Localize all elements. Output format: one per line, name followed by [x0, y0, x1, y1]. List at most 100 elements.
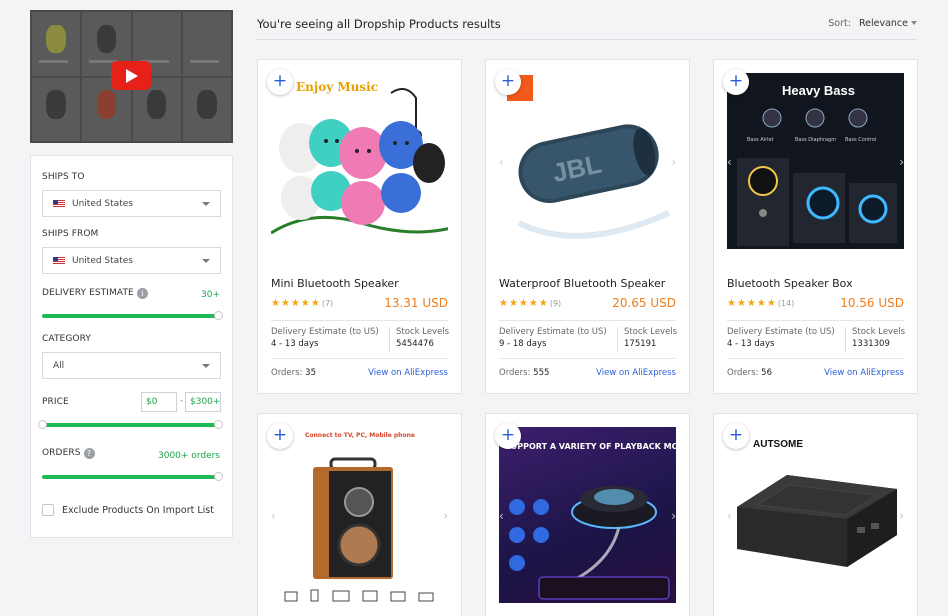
sort-control[interactable]: Sort: Relevance — [828, 18, 917, 29]
exclude-imported-checkbox[interactable] — [42, 504, 54, 516]
divider — [499, 320, 676, 321]
chevron-left-icon[interactable]: ‹ — [727, 155, 732, 169]
product-card[interactable]: + ‹ › Connect to TV, PC, Mobile phone — [257, 413, 462, 616]
product-card[interactable]: + ‹ › SUPPORT A VARIETY OF PLAYBACK MODE — [485, 413, 690, 616]
ships-to-label: SHIPS TO — [42, 172, 85, 182]
add-to-import-button[interactable]: + — [267, 423, 293, 449]
delivery-slider-handle[interactable] — [214, 311, 223, 320]
product-card[interactable]: + ‹ › Heavy Bass Bass Airlet Bass Diaphr… — [713, 59, 918, 394]
rating-stars: ★★★★★ — [727, 298, 777, 309]
exclude-imported-label[interactable]: Exclude Products On Import List — [62, 505, 214, 516]
price-label: PRICE — [42, 397, 69, 407]
delivery-estimate-label: DELIVERY ESTIMATE i — [42, 288, 148, 299]
rating-stars: ★★★★★ — [499, 298, 549, 309]
orders-label: Orders: — [271, 368, 303, 378]
product-image[interactable]: AUTSOME — [727, 427, 904, 603]
delivery-estimate-slider[interactable] — [42, 311, 223, 320]
divider — [617, 327, 618, 352]
stock-levels-label: Stock Levels — [396, 327, 450, 337]
product-image[interactable]: SUPPORT A VARIETY OF PLAYBACK MODE — [499, 427, 676, 603]
info-icon[interactable]: i — [136, 288, 148, 299]
category-label: CATEGORY — [42, 334, 91, 344]
image-sub-caption: Bass Airlet — [747, 137, 774, 143]
chevron-left-icon[interactable]: ‹ — [727, 509, 732, 523]
ships-to-select[interactable]: United States — [42, 190, 221, 217]
image-caption: Connect to TV, PC, Mobile phone — [305, 432, 415, 439]
product-image[interactable]: Enjoy Music — [271, 73, 448, 249]
add-to-import-button[interactable]: + — [495, 69, 521, 95]
subwoofer-illustration: AUTSOME — [737, 439, 897, 567]
chevron-right-icon[interactable]: › — [671, 155, 676, 169]
product-title[interactable]: Mini Bluetooth Speaker — [271, 277, 399, 290]
orders-number: 56 — [761, 368, 772, 378]
price-max-handle[interactable] — [214, 420, 223, 429]
divider — [845, 327, 846, 352]
product-price: 10.56 USD — [840, 296, 904, 310]
product-card[interactable]: + Enjoy Music Mini Bluetooth Speaker ★★★… — [257, 59, 462, 394]
image-caption: Enjoy Music — [296, 80, 378, 94]
add-to-import-button[interactable]: + — [267, 69, 293, 95]
add-to-import-button[interactable]: + — [495, 423, 521, 449]
chevron-left-icon[interactable]: ‹ — [271, 509, 276, 523]
orders-label: ORDERS? — [42, 448, 95, 459]
ships-from-select[interactable]: United States — [42, 247, 221, 274]
ships-from-value: United States — [72, 255, 133, 266]
view-on-aliexpress-link[interactable]: View on AliExpress — [596, 368, 676, 378]
price-range-slider[interactable] — [38, 420, 223, 429]
view-on-aliexpress-link[interactable]: View on AliExpress — [824, 368, 904, 378]
image-caption: SUPPORT A VARIETY OF PLAYBACK MODE — [505, 442, 676, 451]
chevron-left-icon[interactable]: ‹ — [499, 509, 504, 523]
price-min-input[interactable]: $0 — [141, 392, 177, 412]
promo-video-thumbnail[interactable] — [30, 10, 233, 143]
orders-text: ORDERS — [42, 448, 81, 458]
orders-number: 35 — [305, 368, 316, 378]
divider — [727, 320, 904, 321]
stock-levels-label: Stock Levels — [852, 327, 906, 337]
product-title[interactable]: Bluetooth Speaker Box — [727, 277, 853, 290]
image-sub-caption: Bass Diaphragm — [795, 137, 836, 143]
chevron-right-icon[interactable]: › — [899, 155, 904, 169]
chevron-down-icon — [202, 364, 210, 368]
orders-slider-handle[interactable] — [214, 472, 223, 481]
image-caption: AUTSOME — [753, 439, 803, 450]
play-icon[interactable] — [111, 61, 151, 90]
sort-label: Sort: — [828, 18, 851, 29]
chevron-down-icon — [202, 202, 210, 206]
price-max-input[interactable]: $300+ — [185, 392, 221, 412]
sort-value[interactable]: Relevance — [859, 18, 908, 29]
stock-levels-label: Stock Levels — [624, 327, 678, 337]
view-on-aliexpress-link[interactable]: View on AliExpress — [368, 368, 448, 378]
delivery-estimate-value: 4 - 13 days — [271, 339, 319, 349]
divider — [271, 358, 448, 359]
ships-to-value: United States — [72, 198, 133, 209]
help-icon[interactable]: ? — [83, 448, 95, 459]
stock-levels-value: 1331309 — [852, 339, 890, 349]
chevron-right-icon[interactable]: › — [671, 509, 676, 523]
review-count: (9) — [549, 299, 562, 308]
chevron-left-icon[interactable]: ‹ — [499, 155, 504, 169]
chevron-right-icon[interactable]: › — [443, 509, 448, 523]
add-to-import-button[interactable]: + — [723, 423, 749, 449]
product-image[interactable]: Heavy Bass Bass Airlet Bass Diaphragm Ba… — [727, 73, 904, 249]
image-sub-caption: Bass Control — [845, 137, 876, 143]
product-image[interactable]: JBL — [499, 73, 676, 249]
ships-from-label: SHIPS FROM — [42, 229, 99, 239]
star-rating: ★★★★★(9) — [499, 298, 561, 309]
stock-levels-value: 5454476 — [396, 339, 434, 349]
product-card[interactable]: + ‹ › AUTSOME — [713, 413, 918, 616]
divider — [271, 320, 448, 321]
rating-stars: ★★★★★ — [271, 298, 321, 309]
product-title[interactable]: Waterproof Bluetooth Speaker — [499, 277, 665, 290]
product-card[interactable]: + ‹ › JBL Waterproof Bluetooth Speaker ★… — [485, 59, 690, 394]
speaker-box-illustration: Heavy Bass Bass Airlet Bass Diaphragm Ba… — [737, 83, 897, 246]
us-flag-icon — [53, 199, 65, 208]
price-min-handle[interactable] — [38, 420, 47, 429]
delivery-estimate-value: 4 - 13 days — [727, 339, 775, 349]
add-to-import-button[interactable]: + — [723, 69, 749, 95]
orders-slider[interactable] — [42, 472, 223, 481]
category-select[interactable]: All — [42, 352, 221, 379]
orders-count: Orders: 56 — [727, 368, 772, 378]
product-image[interactable]: Connect to TV, PC, Mobile phone — [271, 427, 448, 603]
chevron-right-icon[interactable]: › — [899, 509, 904, 523]
category-value: All — [53, 360, 65, 371]
